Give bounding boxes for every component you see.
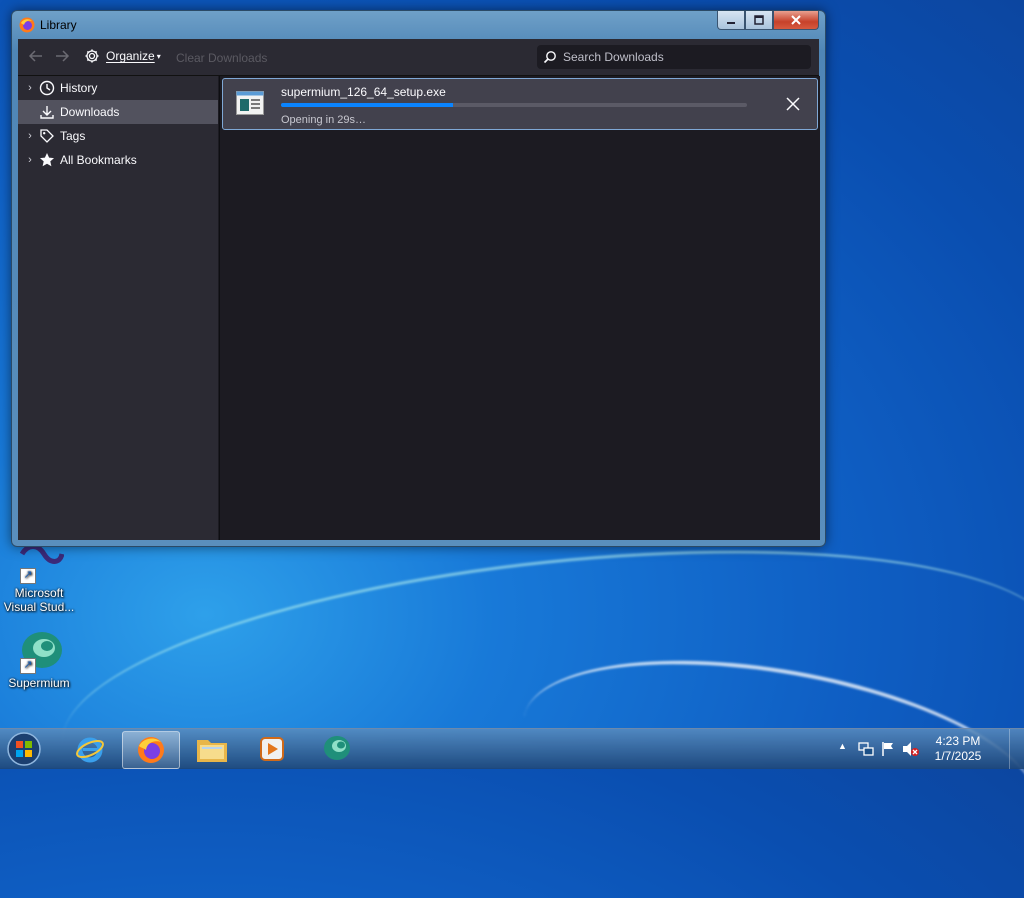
gear-icon [85,49,99,63]
clock-icon [38,79,56,97]
star-icon [38,151,56,169]
taskbar: ▲ 4:23 PM 1/7/2025 [0,728,1024,769]
sidebar-item-all-bookmarks[interactable]: › All Bookmarks [18,148,218,172]
action-center-flag-icon[interactable] [880,741,896,762]
media-player-icon [260,737,284,761]
firefox-icon [138,737,164,763]
cancel-download-button[interactable] [783,94,803,114]
taskbar-media-player[interactable] [244,731,300,767]
shortcut-arrow-icon: ↗ [20,568,36,584]
shortcut-arrow-icon: ↗ [20,658,36,674]
library-toolbar: Organize ▾ Clear Downloads [18,39,819,76]
start-button[interactable] [4,731,50,767]
taskbar-firefox[interactable] [122,731,180,769]
desktop-icon-supermium[interactable]: ↗ Supermium [2,630,76,690]
taskbar-supermium[interactable] [308,731,364,767]
downloads-list: supermium_126_64_setup.exe Opening in 29… [219,76,820,540]
forward-arrow-icon[interactable] [54,48,70,64]
close-button[interactable] [773,11,819,30]
windows-start-orb-icon [7,732,41,766]
clock-date: 1/7/2025 [934,749,982,763]
clock-time: 4:23 PM [935,734,981,748]
maximize-icon [754,15,764,25]
tag-icon [38,127,56,145]
sidebar-item-history[interactable]: › History [18,76,218,100]
sidebar-item-tags[interactable]: › Tags [18,124,218,148]
taskbar-internet-explorer[interactable] [62,731,118,767]
sidebar-item-label: History [60,81,98,95]
system-tray: ▲ 4:23 PM 1/7/2025 [834,729,1024,769]
supermium-icon [324,736,350,760]
download-progress-fill [281,103,454,107]
search-input[interactable] [561,49,805,65]
sidebar-item-label: Downloads [60,105,120,119]
chevron-right-icon[interactable]: › [22,130,38,142]
chevron-right-icon[interactable]: › [22,154,38,166]
download-filename: supermium_126_64_setup.exe [281,85,446,99]
firefox-icon [19,17,35,33]
download-status: Opening in 29s… [281,114,366,126]
download-icon [38,103,56,121]
organize-button[interactable]: Organize ▾ [84,48,161,64]
sidebar-item-label: All Bookmarks [60,153,137,167]
window-titlebar[interactable]: Library [12,11,825,39]
supermium-icon: ↗ [14,630,64,674]
close-icon [791,15,801,25]
search-icon [543,51,556,64]
clear-downloads-button[interactable]: Clear Downloads [176,51,267,65]
show-desktop-button[interactable] [1009,729,1024,769]
window-title: Library [40,18,77,32]
minimize-button[interactable] [717,11,745,30]
maximize-button[interactable] [745,11,773,30]
window-controls [717,11,819,30]
close-icon [786,97,800,111]
window-client: Organize ▾ Clear Downloads › History [18,39,820,540]
chevron-right-icon[interactable]: › [22,82,38,94]
taskbar-clock[interactable]: 4:23 PM 1/7/2025 [918,734,998,764]
back-arrow-icon[interactable] [28,48,44,64]
executable-file-icon [236,91,264,115]
desktop-icon-visual-studio[interactable]: ↗ Microsoft Visual Stud... [2,540,76,614]
desktop-icon-label: Microsoft Visual Stud... [3,586,75,614]
search-box[interactable] [537,45,811,69]
chevron-down-icon: ▾ [156,51,161,61]
internet-explorer-icon [76,737,104,763]
download-item[interactable]: supermium_126_64_setup.exe Opening in 29… [222,78,818,130]
folder-icon [197,740,227,762]
taskbar-file-explorer[interactable] [184,731,240,767]
desktop-icon-label: Supermium [8,676,70,690]
download-progress-bar [281,103,747,107]
network-icon[interactable] [858,741,874,762]
sidebar-item-downloads[interactable]: Downloads [18,100,218,124]
sidebar-item-label: Tags [60,129,86,143]
show-hidden-icons-icon[interactable]: ▲ [838,741,847,751]
library-window: Library Organize ▾ Clear Downloads Searc… [11,10,826,547]
minimize-icon [727,22,735,24]
organize-label: Organize [106,49,155,63]
library-sidebar: › History Downloads › Tags › All Bookmar… [18,76,218,540]
